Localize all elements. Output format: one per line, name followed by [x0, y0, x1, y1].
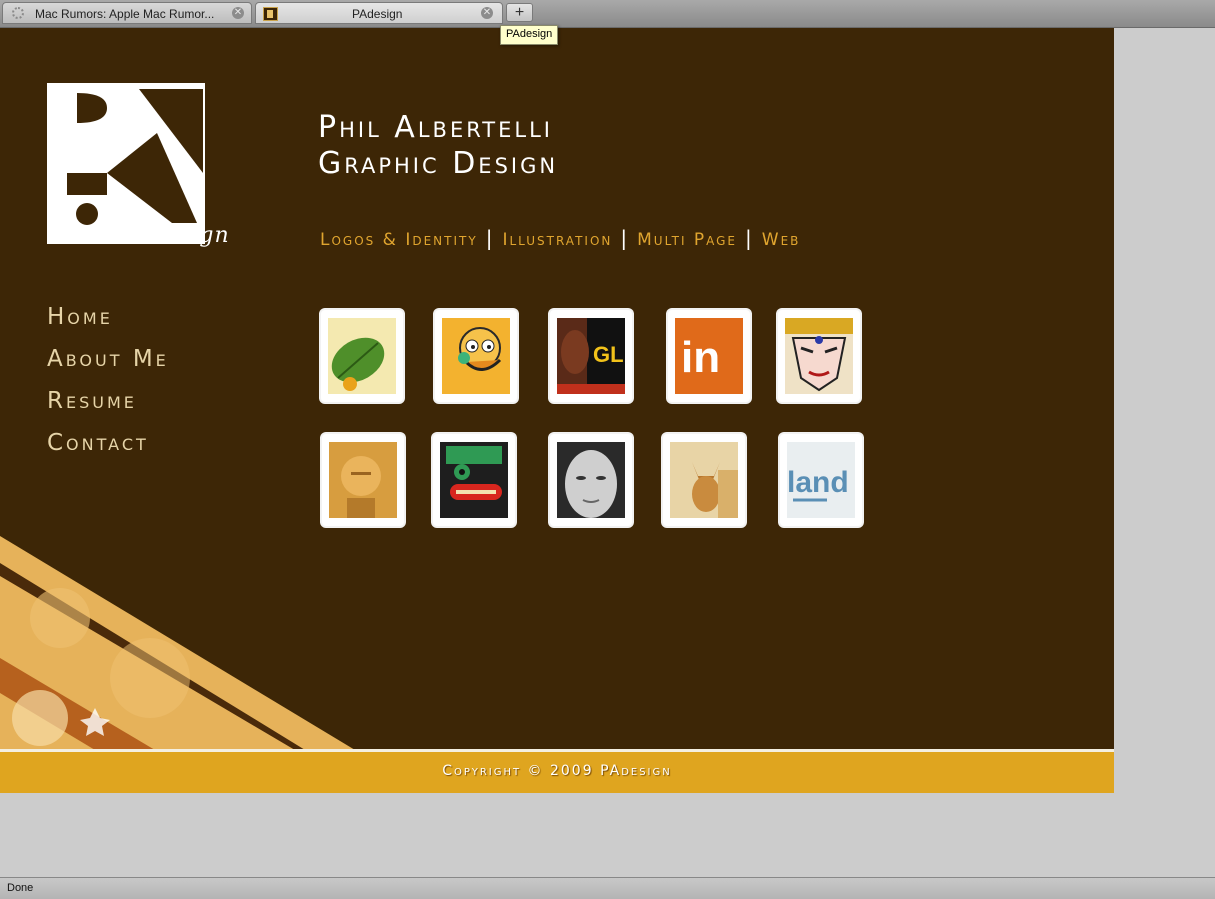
- nav-divider: |: [745, 226, 754, 250]
- logo-script-text: design: [150, 223, 230, 248]
- totem-mask-image: [440, 442, 508, 518]
- tab-label: PAdesign: [352, 7, 403, 21]
- nav-link-about-me[interactable]: About Me: [47, 344, 169, 386]
- in-logo-image: in: [675, 318, 743, 394]
- portfolio-thumb-portrait[interactable]: [550, 434, 632, 526]
- nav-divider: |: [485, 226, 495, 250]
- golden-figure-image: [329, 442, 397, 518]
- nav-link-resume[interactable]: Resume: [47, 386, 169, 428]
- nav-link-web[interactable]: Web: [762, 230, 801, 250]
- website-page: design Phil Albertelli Graphic Design Lo…: [0, 28, 1114, 793]
- close-tab-icon[interactable]: ✕: [232, 7, 244, 19]
- land-text: land: [787, 466, 849, 499]
- tab-label: Mac Rumors: Apple Mac Rumor...: [35, 7, 215, 21]
- portfolio-thumb-comic-face[interactable]: [778, 310, 860, 402]
- nav-link-logos-identity[interactable]: Logos & Identity: [320, 230, 478, 250]
- site-title-line1: Phil Albertelli: [318, 110, 553, 145]
- tab-mac-rumors[interactable]: Mac Rumors: Apple Mac Rumor... ✕: [2, 2, 252, 24]
- site-title-line2: Graphic Design: [318, 146, 559, 181]
- comic-face-image: [785, 318, 853, 394]
- browser-status-bar: Done: [0, 877, 1215, 899]
- nav-link-illustration[interactable]: Illustration: [502, 230, 612, 250]
- portfolio-thumb-leaf[interactable]: [321, 310, 403, 402]
- close-tab-icon[interactable]: ✕: [481, 7, 493, 19]
- leaf-image: [328, 318, 396, 394]
- tab-tooltip: PAdesign: [500, 25, 559, 45]
- portrait-image: [557, 442, 625, 518]
- status-text: Done: [7, 882, 34, 894]
- portfolio-thumb-gl-poster[interactable]: GL: [550, 310, 632, 402]
- gl-poster-image: GL: [557, 318, 625, 394]
- padesign-logo[interactable]: [47, 83, 205, 244]
- cartoon-image: [442, 318, 510, 394]
- portfolio-thumb-totem[interactable]: [433, 434, 515, 526]
- portfolio-thumb-land[interactable]: land: [780, 434, 862, 526]
- main-nav: Home About Me Resume Contact: [47, 302, 169, 470]
- nav-link-contact[interactable]: Contact: [47, 428, 169, 470]
- copyright-text: Copyright © 2009 PAdesign: [442, 763, 672, 779]
- portfolio-thumb-cartoon[interactable]: [435, 310, 517, 402]
- browser-tab-bar: Mac Rumors: Apple Mac Rumor... ✕ PAdesig…: [0, 0, 1215, 28]
- land-type-image: land: [787, 442, 855, 518]
- loading-spinner-icon: [12, 7, 24, 19]
- site-title: Phil Albertelli Graphic Design: [318, 110, 558, 182]
- dog-photo-image: [670, 442, 738, 518]
- in-text: in: [681, 333, 720, 382]
- site-favicon-icon: [263, 7, 278, 21]
- site-footer: Copyright © 2009 PAdesign: [0, 749, 1114, 793]
- category-nav: Logos & Identity | Illustration | Multi Page…: [320, 226, 800, 250]
- gl-text: GL: [593, 342, 624, 367]
- tab-padesign[interactable]: PAdesign ✕: [255, 2, 503, 24]
- decorative-diagonal-stripes: [0, 536, 360, 753]
- nav-link-home[interactable]: Home: [47, 302, 169, 344]
- portfolio-thumb-in[interactable]: in: [668, 310, 750, 402]
- nav-divider: |: [620, 226, 630, 250]
- portfolio-thumb-dog[interactable]: [663, 434, 745, 526]
- nav-link-multi-page[interactable]: Multi Page: [637, 230, 737, 250]
- logo-mark-icon: [47, 83, 205, 244]
- new-tab-button[interactable]: +: [506, 3, 533, 22]
